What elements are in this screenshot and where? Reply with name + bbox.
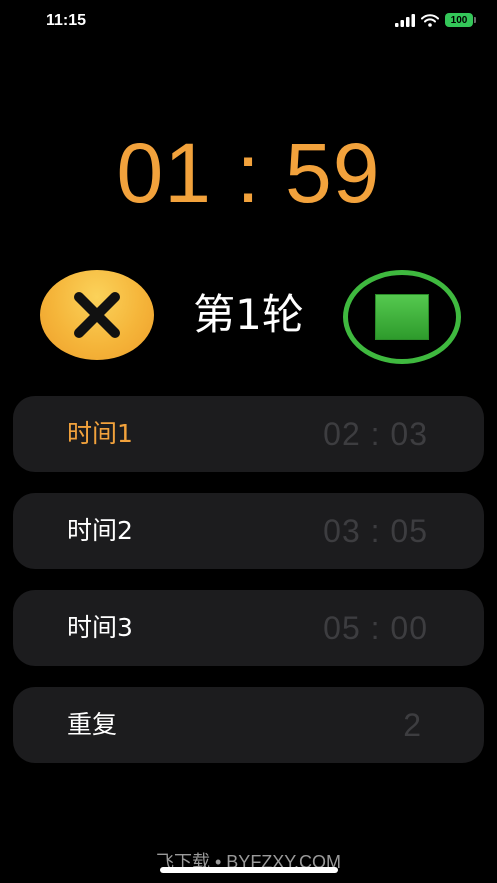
control-row: 第1轮	[0, 268, 497, 364]
row-label: 时间3	[67, 613, 133, 642]
interval-row-time2[interactable]: 时间2 03 : 05	[13, 493, 484, 569]
interval-row-time3[interactable]: 时间3 05 : 00	[13, 590, 484, 666]
battery-icon: 100	[445, 13, 476, 27]
wifi-icon	[421, 13, 439, 27]
interval-row-time1[interactable]: 时间1 02 : 03	[13, 396, 484, 472]
row-value: 05 : 00	[323, 610, 428, 646]
round-label: 第1轮	[193, 290, 304, 339]
countdown-timer: 01 : 59	[116, 126, 381, 220]
status-time: 11:15	[46, 12, 87, 29]
signal-icon	[395, 13, 415, 27]
row-value: 03 : 05	[323, 513, 428, 549]
repeat-count: 2	[403, 707, 422, 743]
stop-icon	[375, 294, 429, 340]
battery-level: 100	[450, 14, 468, 26]
status-icons: 100	[395, 13, 476, 27]
row-value: 02 : 03	[323, 416, 428, 452]
close-icon	[74, 292, 120, 338]
settings-list: 时间1 02 : 03 时间2 03 : 05 时间3 05 : 00 重复 2	[13, 396, 484, 784]
row-label: 重复	[67, 710, 118, 739]
home-indicator[interactable]	[160, 867, 338, 873]
repeat-row[interactable]: 重复 2	[13, 687, 484, 763]
row-label: 时间1	[67, 419, 133, 448]
cancel-button[interactable]	[40, 270, 154, 360]
stop-button[interactable]	[343, 270, 461, 364]
status-bar: 11:15 100	[0, 0, 497, 44]
row-label: 时间2	[67, 516, 133, 545]
